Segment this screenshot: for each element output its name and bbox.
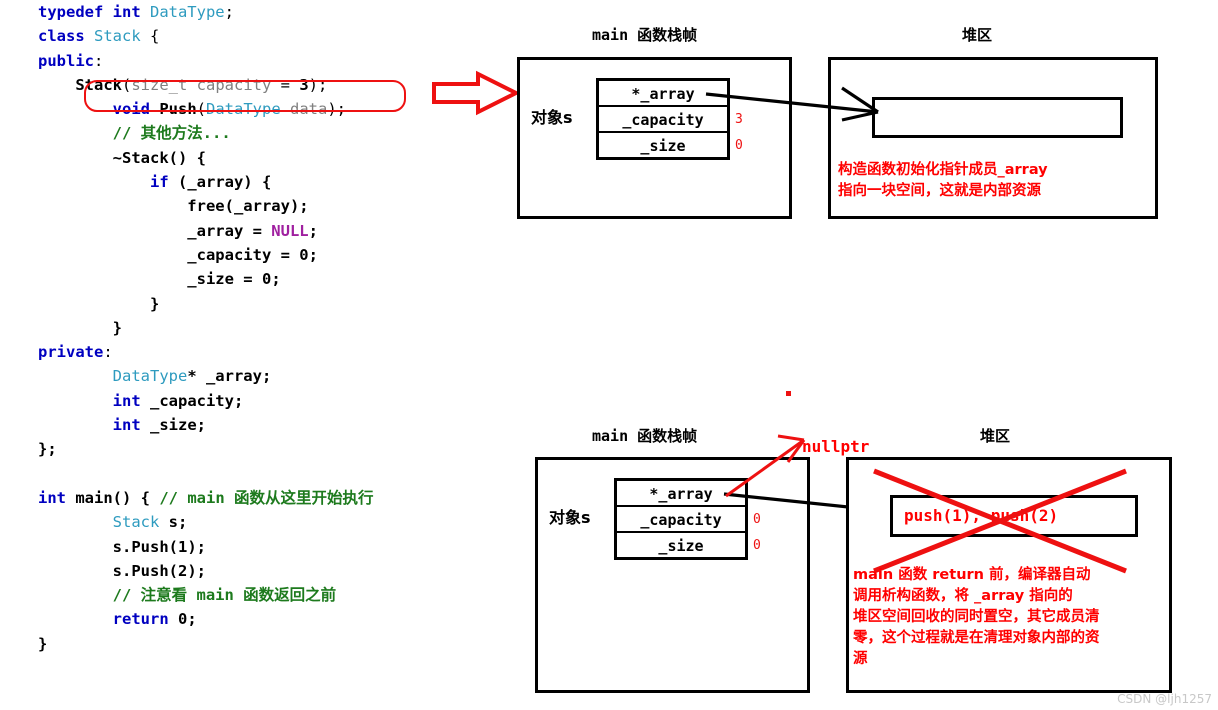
- code-line: s.Push(1);: [38, 537, 206, 556]
- code-line: DataType* _array;: [112, 367, 272, 386]
- top-object-label: 对象s: [531, 108, 573, 127]
- bottom-stack-frame-title: main 函数栈帧: [592, 427, 698, 445]
- code-line: _capacity = 0;: [38, 245, 318, 264]
- code-line: }: [38, 318, 122, 337]
- nullptr-label: nullptr: [802, 437, 870, 456]
- code-line: int _capacity;: [112, 391, 244, 410]
- red-cross-out-icon: [873, 468, 1127, 574]
- bottom-heap-title: 堆区: [980, 427, 1011, 445]
- code-line: };: [38, 440, 57, 459]
- code-line: class Stack {: [38, 27, 160, 46]
- top-stack-frame-title: main 函数栈帧: [592, 26, 698, 44]
- bottom-object-label: 对象s: [549, 508, 591, 527]
- code-line: return 0;: [112, 610, 197, 629]
- code-line: s.Push(2);: [38, 561, 206, 580]
- red-dot-marker: [786, 391, 791, 396]
- code-line: if (_array) {: [149, 173, 272, 192]
- top-pointer-arrow-icon: [705, 86, 879, 122]
- code-line: void Push(DataType data);: [112, 100, 346, 119]
- top-field-size: _size: [640, 137, 686, 155]
- csdn-watermark: CSDN @ljh1257: [1117, 692, 1212, 706]
- code-line: Stack s;: [112, 513, 188, 532]
- code-line: // 注意看 main 函数返回之前: [112, 586, 337, 605]
- code-line: private:: [38, 343, 113, 362]
- code-line: int _size;: [112, 416, 206, 435]
- bottom-field-size: _size: [658, 537, 704, 555]
- red-block-arrow-icon: [432, 70, 521, 116]
- code-line: }: [38, 294, 160, 313]
- bottom-heap-note: main 函数 return 前，编译器自动 调用析构函数，将 _array 指…: [853, 567, 1100, 667]
- code-line: ~Stack() {: [38, 148, 206, 167]
- code-line: }: [38, 634, 48, 653]
- code-line: Stack(size_t capacity = 3);: [38, 75, 328, 94]
- top-value-size: 0: [735, 138, 743, 153]
- code-line: _array = NULL;: [38, 221, 318, 240]
- code-pane: typedef int DataType; class Stack { public…: [0, 0, 500, 710]
- code-line: public:: [38, 51, 104, 70]
- code-line: // 其他方法...: [112, 124, 231, 143]
- code-line: free(_array);: [38, 197, 309, 216]
- top-heap-note: 构造函数初始化指针成员_array 指向一块空间，这就是内部资源: [838, 162, 1048, 199]
- code-line: _size = 0;: [38, 270, 281, 289]
- top-heap-title: 堆区: [962, 26, 993, 44]
- code-line: typedef int DataType;: [38, 3, 234, 21]
- code-line: int main() { // main 函数从这里开始执行: [38, 488, 374, 507]
- bottom-value-size: 0: [753, 538, 761, 553]
